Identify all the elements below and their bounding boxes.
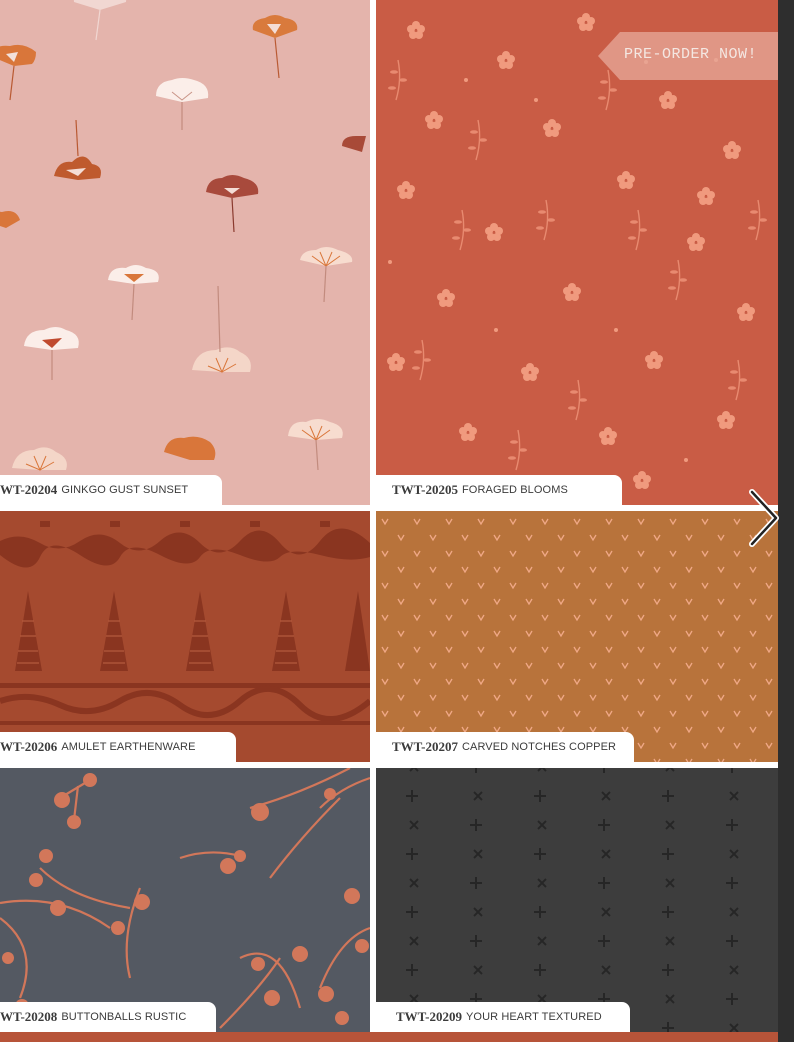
badge-text: PRE-ORDER NOW! (624, 46, 758, 63)
pre-order-badge[interactable]: PRE-ORDER NOW! (598, 32, 778, 80)
product-label: TWT-20209 YOUR HEART TEXTURED (376, 1002, 630, 1032)
product-tile-buttonballs-rustic[interactable]: WT-20208 BUTTONBALLS RUSTIC (0, 768, 370, 1032)
product-name: FORAGED BLOOMS (461, 484, 568, 496)
product-name: GINKGO GUST SUNSET (61, 484, 189, 496)
product-tile-your-heart-textured[interactable]: TWT-20209 YOUR HEART TEXTURED (376, 768, 778, 1032)
product-label: TWT-20207 CARVED NOTCHES COPPER (376, 732, 634, 762)
next-button[interactable] (744, 488, 784, 548)
product-label: WT-20204 GINKGO GUST SUNSET (0, 475, 222, 505)
product-tile-amulet-earthenware[interactable]: WT-20206 AMULET EARTHENWARE (0, 511, 370, 762)
fabric-swatch-amulet (0, 521, 370, 725)
bottom-accent-strip (0, 1032, 778, 1042)
product-label: WT-20206 AMULET EARTHENWARE (0, 732, 236, 762)
product-name: AMULET EARTHENWARE (61, 741, 196, 753)
fabric-swatch-buttonballs (0, 768, 370, 1029)
product-name: CARVED NOTCHES COPPER (461, 741, 617, 753)
fabric-swatch-your-heart (376, 768, 778, 1032)
product-code: TWT-20209 (396, 1009, 462, 1024)
product-code: TWT-20205 (392, 482, 458, 497)
chevron-right-icon (749, 489, 779, 547)
product-name: BUTTONBALLS RUSTIC (61, 1011, 187, 1023)
fabric-swatch-carved-notches (376, 511, 778, 762)
product-name: YOUR HEART TEXTURED (465, 1011, 602, 1023)
product-label: TWT-20205 FORAGED BLOOMS (376, 475, 622, 505)
product-label: WT-20208 BUTTONBALLS RUSTIC (0, 1002, 216, 1032)
product-code: WT-20206 (0, 739, 58, 754)
product-code: WT-20204 (0, 482, 58, 497)
product-code: WT-20208 (0, 1009, 58, 1024)
product-code: TWT-20207 (392, 739, 458, 754)
fabric-swatch-ginkgo (0, 0, 366, 472)
product-tile-ginkgo-gust-sunset[interactable]: WT-20204 GINKGO GUST SUNSET (0, 0, 370, 505)
product-tile-carved-notches-copper[interactable]: TWT-20207 CARVED NOTCHES COPPER (376, 511, 778, 762)
